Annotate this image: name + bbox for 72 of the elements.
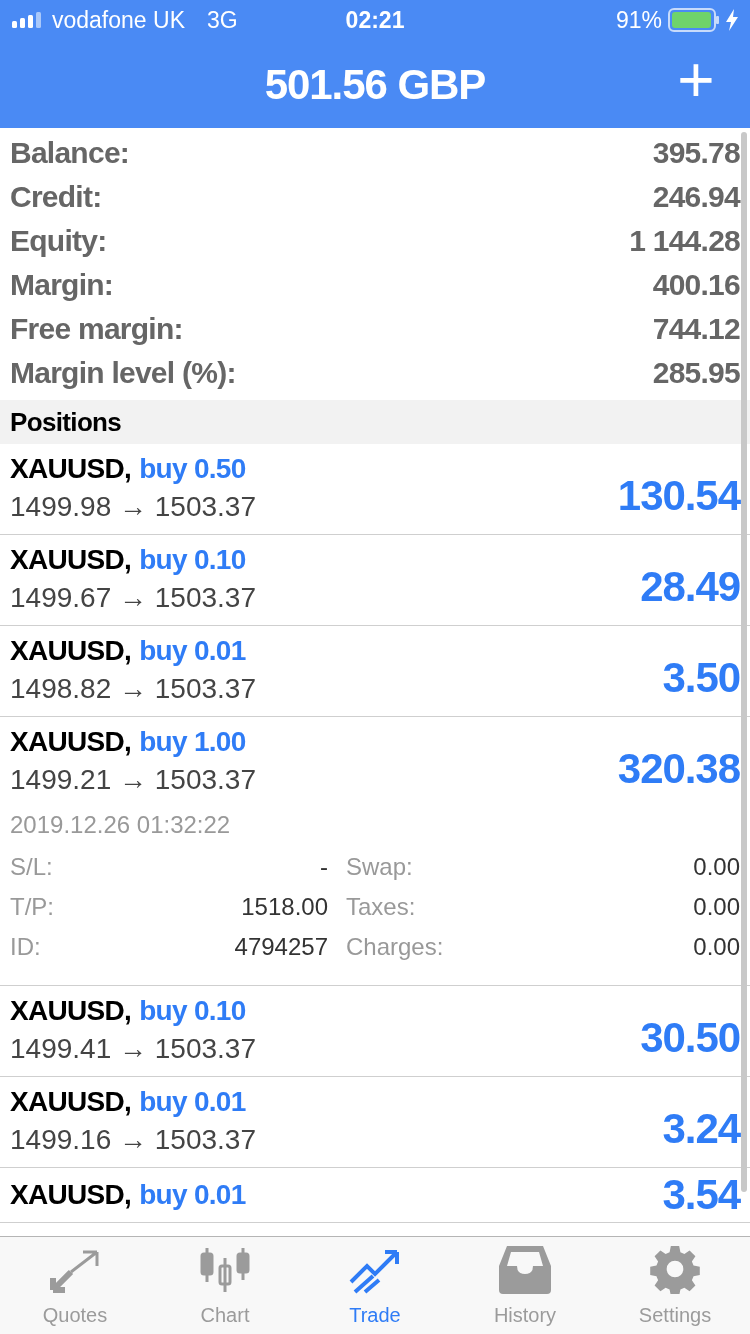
detail-label: Charges: [346,932,444,962]
detail-value: - [320,852,328,882]
charging-bolt-icon [726,9,738,31]
order-type: buy 1.00 [139,725,246,759]
profit-value: 30.50 [640,1013,740,1063]
summary-value: 744.12 [652,310,740,347]
carrier-name: vodafone UK [52,5,185,35]
inbox-tray-icon [499,1246,551,1294]
detail-label: Swap: [346,852,413,882]
tab-bar-item[interactable]: Trade [300,1237,450,1334]
detail-value: 0.00 [693,852,740,882]
price-change: 1498.82 → 1503.37 [10,672,256,706]
symbol-name: XAUUSD, [10,994,132,1028]
add-button[interactable]: + [670,48,722,112]
trend-arrow-icon [349,1248,401,1294]
profit-value: 28.49 [640,562,740,612]
price-change: 1499.98 → 1503.37 [10,490,256,524]
summary-label: Equity: [10,222,107,259]
price-change: 1499.16 → 1503.37 [10,1123,256,1157]
symbol-name: XAUUSD, [10,1085,132,1119]
open-time: 2019.12.26 01:32:22 [10,810,232,840]
detail-label: T/P: [10,892,54,922]
symbol-name: XAUUSD, [10,1178,132,1212]
symbol-name: XAUUSD, [10,725,132,759]
settings-icon [650,1244,700,1294]
profit-value: 3.54 [662,1170,740,1220]
tab-bar-item[interactable]: Chart [150,1237,300,1334]
order-type: buy 0.10 [139,994,246,1028]
detail-value: 4794257 [234,932,328,962]
tab-bar-item[interactable]: History [450,1237,600,1334]
summary-value: 1 144.28 [629,222,740,259]
tab-bar-item[interactable]: Settings [600,1237,750,1334]
summary-value: 246.94 [652,178,740,215]
profit-value: 3.24 [662,1104,740,1154]
tab-bar-item[interactable]: Quotes [0,1237,150,1334]
order-type: buy 0.01 [139,1178,246,1212]
price-change: 1499.67 → 1503.37 [10,581,256,615]
network-type: 3G [207,5,238,35]
detail-value: 0.00 [693,932,740,962]
summary-label: Margin: [10,266,114,303]
detail-value: 0.00 [693,892,740,922]
diagonal-arrows-icon [49,1248,101,1294]
profit-value: 3.50 [662,653,740,703]
summary-label: Margin level (%): [10,354,236,391]
detail-label: ID: [10,932,41,962]
summary-value: 400.16 [652,266,740,303]
price-change: 1499.41 → 1503.37 [10,1032,256,1066]
summary-value: 285.95 [652,354,740,391]
detail-label: Taxes: [346,892,416,922]
symbol-name: XAUUSD, [10,452,132,486]
clock-time: 02:21 [345,5,405,35]
profit-value: 130.54 [617,471,740,521]
summary-value: 395.78 [652,134,740,171]
battery-percent: 91% [615,5,662,35]
summary-label: Free margin: [10,310,183,347]
section-title: Positions [10,405,122,439]
battery-icon [668,8,720,32]
symbol-name: XAUUSD, [10,543,132,577]
candlestick-icon [199,1246,251,1294]
signal-icon [12,12,42,28]
profit-value: 320.38 [617,744,740,794]
detail-label: S/L: [10,852,53,882]
order-type: buy 0.50 [139,452,246,486]
order-type: buy 0.01 [139,634,246,668]
summary-label: Credit: [10,178,102,215]
symbol-name: XAUUSD, [10,634,132,668]
order-type: buy 0.01 [139,1085,246,1119]
order-type: buy 0.10 [139,543,246,577]
detail-value: 1518.00 [241,892,328,922]
price-change: 1499.21 → 1503.37 [10,763,256,797]
header-title: 501.56 GBP [264,59,486,110]
summary-label: Balance: [10,134,130,171]
